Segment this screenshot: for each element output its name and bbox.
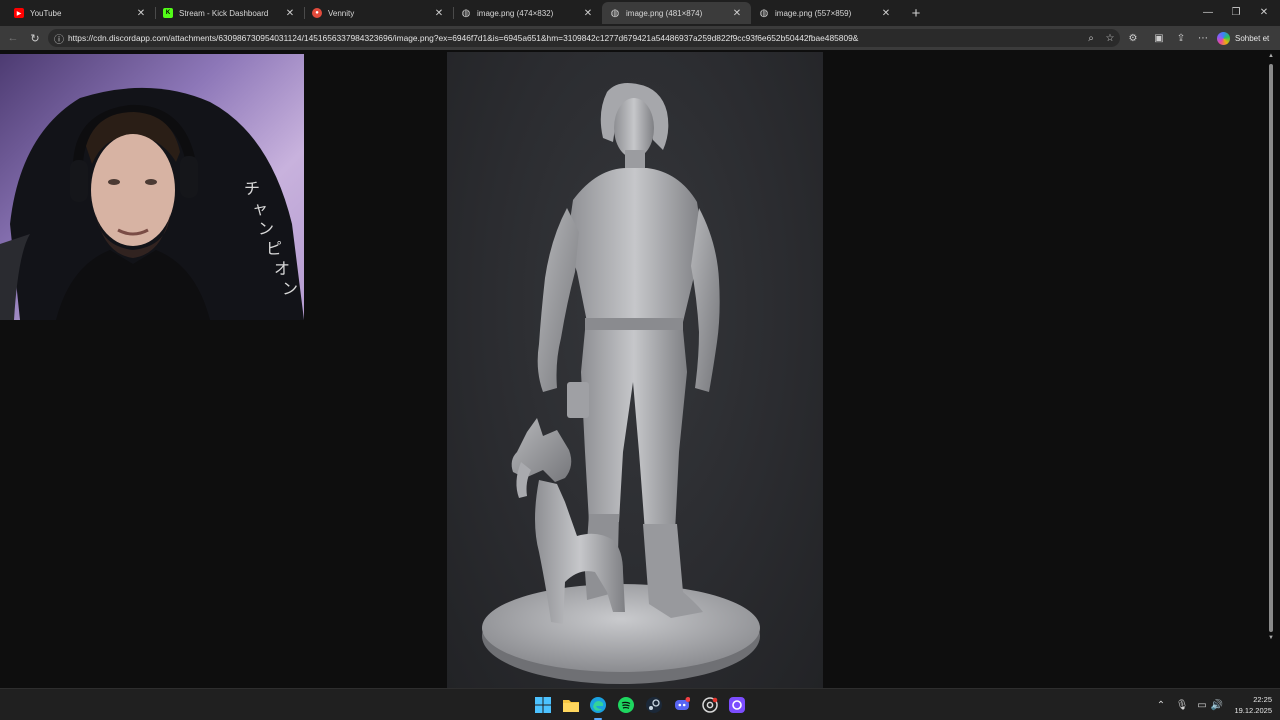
chevron-up-icon[interactable]: ⌃	[1154, 698, 1168, 712]
scroll-up-arrow-icon[interactable]: ▲	[1267, 52, 1275, 60]
streamer-camera-feed: チ ャ ン ピ オ ン	[0, 88, 304, 320]
tab-title: Vennity	[328, 8, 355, 18]
windows-start-icon[interactable]	[534, 696, 552, 714]
zoom-icon[interactable]: ⌕	[1085, 32, 1097, 44]
globe-icon: ◍	[759, 7, 769, 19]
tab-youtube[interactable]: ▶ YouTube ✕	[6, 2, 155, 24]
svg-text:オ: オ	[274, 259, 290, 278]
clock-time: 22:25	[1253, 695, 1272, 704]
url-text[interactable]: https://cdn.discordapp.com/attachments/6…	[68, 33, 858, 43]
globe-icon: ◍	[461, 7, 471, 19]
network-icon[interactable]: ▭	[1195, 698, 1209, 712]
tab-title: image.png (474×832)	[477, 8, 554, 18]
address-bar[interactable]: ⓘ https://cdn.discordapp.com/attachments…	[48, 29, 1120, 47]
scrollbar-thumb[interactable]	[1269, 64, 1273, 632]
discord-icon[interactable]	[673, 696, 691, 714]
new-tab-button[interactable]: +	[908, 5, 924, 22]
tab-image-1[interactable]: ◍ image.png (474×832) ✕	[453, 2, 602, 24]
collections-icon[interactable]: ▣	[1152, 31, 1166, 45]
tab-title: YouTube	[30, 8, 62, 18]
tab-vennity[interactable]: ● Vennity ✕	[304, 2, 453, 24]
sculpture-render	[482, 83, 760, 684]
vennity-icon: ●	[312, 8, 322, 18]
copilot-icon	[1217, 31, 1230, 45]
restore-button[interactable]: ❐	[1222, 4, 1250, 20]
tab-strip: ▶ YouTube ✕ K Stream - Kick Dashboard ✕ …	[0, 0, 1280, 26]
volume-icon[interactable]: 🔊	[1210, 698, 1224, 712]
close-icon[interactable]: ✕	[582, 7, 594, 19]
microphone-icon[interactable]: 🎙	[1175, 698, 1189, 712]
tab-kick-dashboard[interactable]: K Stream - Kick Dashboard ✕	[155, 2, 304, 24]
file-explorer-icon[interactable]	[562, 696, 580, 714]
close-icon[interactable]: ✕	[135, 7, 147, 19]
back-button[interactable]: ←	[6, 31, 20, 45]
favorite-star-icon[interactable]: ☆	[1104, 32, 1116, 44]
close-window-button[interactable]: ✕	[1250, 4, 1278, 20]
browser-toolbar: ← ↻ ⓘ https://cdn.discordapp.com/attachm…	[0, 26, 1280, 50]
edge-icon[interactable]	[589, 696, 607, 714]
clock-date: 19.12.2025	[1234, 706, 1272, 715]
minimize-button[interactable]: —	[1194, 4, 1222, 20]
tab-image-2[interactable]: ◍ image.png (481×874) ✕	[602, 2, 751, 24]
site-info-icon[interactable]: ⓘ	[53, 32, 65, 46]
close-icon[interactable]: ✕	[284, 7, 296, 19]
globe-icon: ◍	[610, 7, 620, 19]
kick-icon: K	[163, 8, 173, 18]
close-icon[interactable]: ✕	[731, 7, 743, 19]
app-icon[interactable]	[728, 696, 746, 714]
webcam-overlay: チ ャ ン ピ オ ン	[0, 54, 304, 320]
more-menu-icon[interactable]: ⋯	[1196, 31, 1210, 45]
tab-title: Stream - Kick Dashboard	[179, 8, 269, 18]
close-icon[interactable]: ✕	[880, 7, 892, 19]
svg-text:ピ: ピ	[266, 239, 282, 258]
copilot-label: Sohbet et	[1235, 33, 1270, 43]
windows-taskbar: ⌃ 🎙 ▭ 🔊 22:25 19.12.2025	[0, 688, 1280, 720]
vertical-scrollbar[interactable]: ▲ ▼	[1267, 52, 1275, 641]
svg-text:チ: チ	[244, 179, 260, 198]
close-icon[interactable]: ✕	[433, 7, 445, 19]
system-clock[interactable]: 22:25 19.12.2025	[1226, 694, 1272, 716]
displayed-image[interactable]	[447, 52, 823, 688]
reload-button[interactable]: ↻	[28, 31, 42, 45]
svg-text:ン: ン	[282, 279, 298, 298]
extensions-icon[interactable]: ⚙	[1126, 31, 1140, 45]
tab-title: image.png (481×874)	[626, 8, 703, 18]
steam-icon[interactable]	[645, 696, 663, 714]
tab-title: image.png (557×859)	[775, 8, 852, 18]
copilot-button[interactable]: Sohbet et	[1217, 29, 1277, 47]
spotify-icon[interactable]	[617, 696, 635, 714]
svg-text:ャ: ャ	[252, 199, 268, 218]
tab-image-3[interactable]: ◍ image.png (557×859) ✕	[751, 2, 900, 24]
svg-text:ン: ン	[258, 219, 274, 238]
chrome-icon[interactable]	[701, 696, 719, 714]
scroll-down-arrow-icon[interactable]: ▼	[1267, 634, 1275, 642]
share-icon[interactable]: ⇪	[1174, 31, 1188, 45]
youtube-icon: ▶	[14, 8, 24, 18]
